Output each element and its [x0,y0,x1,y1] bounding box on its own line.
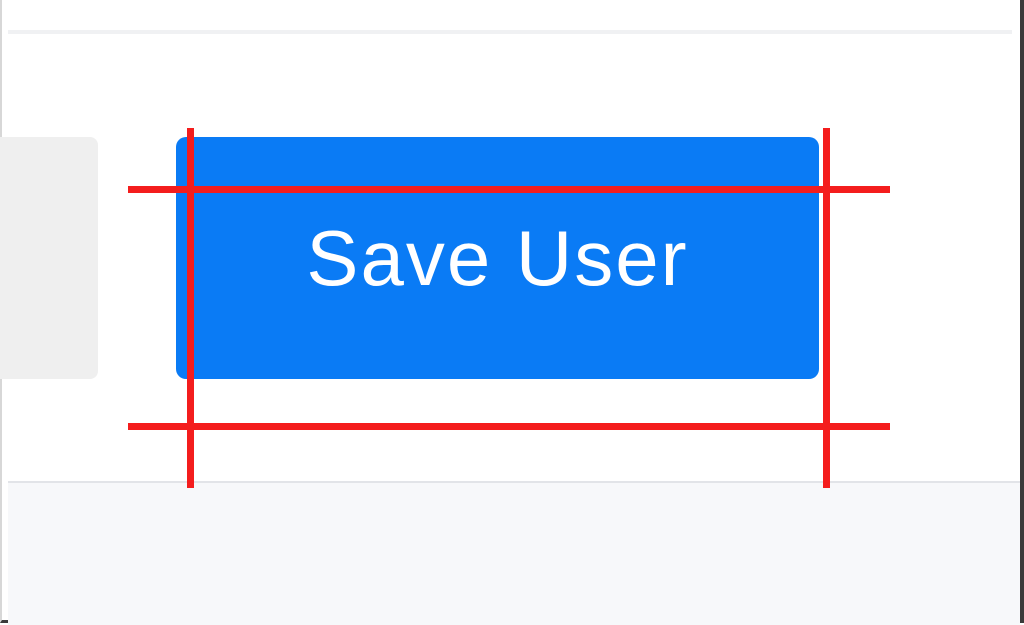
top-divider [8,30,1012,34]
guide-line-bottom [128,423,890,430]
save-user-button[interactable]: Save User [176,137,819,379]
guide-line-right [823,128,830,488]
guide-line-top [128,186,890,193]
guide-line-left [187,128,194,488]
adjacent-panel [0,137,98,379]
footer-bar [8,481,1020,625]
